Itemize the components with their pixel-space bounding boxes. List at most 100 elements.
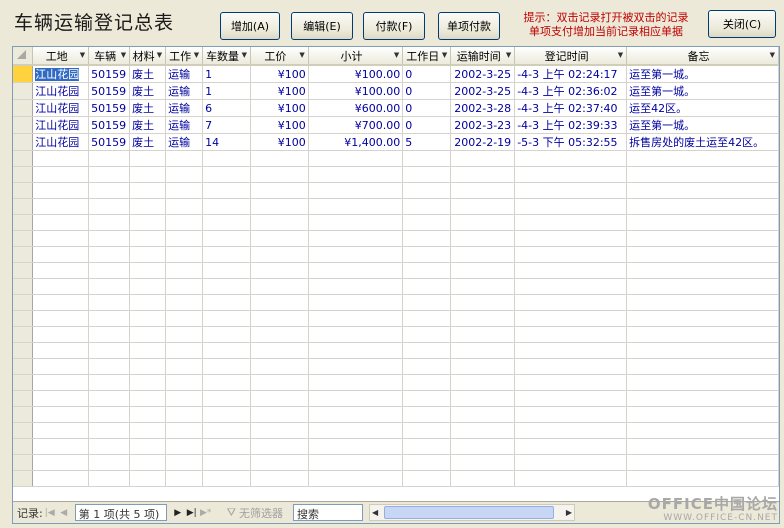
cell-rate[interactable]: ¥100 (250, 65, 309, 83)
search-input[interactable]: 搜索 (292, 504, 363, 521)
cell-memo[interactable]: 运至第一城。 (626, 116, 779, 134)
cell-material[interactable]: 废土 (129, 99, 167, 117)
col-header-memo[interactable]: 备忘 ▼ (626, 47, 779, 66)
col-header-work[interactable]: 工作 ▼ (165, 47, 204, 66)
row-selector[interactable] (13, 82, 34, 100)
cell-material[interactable]: 废土 (129, 116, 167, 134)
cell-register-time[interactable]: -4-3 上午 02:37:40 (514, 99, 628, 117)
cell-transport-time[interactable]: 2002-3-23 (450, 116, 516, 134)
cell-site[interactable]: 江山花园 (32, 99, 90, 117)
last-record-icon[interactable]: ▶| (185, 508, 199, 518)
col-header-site[interactable]: 工地 ▼ (32, 47, 90, 66)
cell-rate[interactable]: ¥100 (250, 116, 309, 134)
next-record-icon[interactable]: ▶ (171, 508, 185, 518)
cell-register-time[interactable]: -4-3 上午 02:36:02 (514, 82, 628, 100)
col-header-vehicle[interactable]: 车辆 ▼ (88, 47, 131, 66)
cell-material[interactable]: 废土 (129, 65, 167, 83)
empty-cell (402, 390, 452, 407)
new-record-icon[interactable]: ▶* (199, 508, 213, 518)
cell-register-time[interactable]: -4-3 上午 02:24:17 (514, 65, 628, 83)
cell-subtotal[interactable]: ¥600.00 (308, 99, 404, 117)
cell-material[interactable]: 废土 (129, 82, 167, 100)
cell-workdays[interactable]: 0 (402, 82, 452, 100)
cell-memo[interactable]: 运至第一城。 (626, 65, 779, 83)
table-row[interactable]: 江山花园 50159 废土 运输 1 ¥100 ¥100.00 0 2002-3-25 -4-3 … (13, 82, 779, 100)
cell-transport-time[interactable]: 2002-3-25 (450, 82, 516, 100)
first-record-icon[interactable]: |◀ (43, 508, 57, 518)
empty-row (13, 310, 779, 327)
cell-workdays[interactable]: 0 (402, 65, 452, 83)
col-header-count[interactable]: 车数量 ▼ (202, 47, 252, 66)
cell-work[interactable]: 运输 (165, 82, 204, 100)
cell-count[interactable]: 1 (202, 82, 252, 100)
record-position-input[interactable]: 第 1 项(共 5 项) (74, 504, 167, 521)
cell-rate[interactable]: ¥100 (250, 82, 309, 100)
cell-register-time[interactable]: -4-3 上午 02:39:33 (514, 116, 628, 134)
cell-material[interactable]: 废土 (129, 133, 167, 151)
cell-memo[interactable]: 拆售房处的废土运至42区。 (626, 133, 779, 151)
cell-memo[interactable]: 运至第一城。 (626, 82, 779, 100)
pay-button[interactable]: 付款(F) (363, 12, 425, 40)
scroll-thumb[interactable] (383, 506, 554, 519)
col-header-material[interactable]: 材料 ▼ (129, 47, 167, 66)
cell-subtotal[interactable]: ¥1,400.00 (308, 133, 404, 151)
cell-register-time[interactable]: -5-3 下午 05:32:55 (514, 133, 628, 151)
cell-vehicle[interactable]: 50159 (88, 99, 131, 117)
col-header-workdays[interactable]: 工作日 ▼ (402, 47, 452, 66)
cell-subtotal[interactable]: ¥700.00 (308, 116, 404, 134)
empty-cell (626, 422, 779, 439)
table-row[interactable]: 江山花园 50159 废土 运输 7 ¥100 ¥700.00 0 2002-3-23 -4-3 … (13, 116, 779, 134)
scroll-left-icon[interactable]: ◀ (372, 508, 378, 517)
row-selector[interactable] (13, 116, 34, 134)
filter-toggle[interactable]: ⛛ 无筛选器 (227, 505, 283, 521)
cell-workdays[interactable]: 5 (402, 133, 452, 151)
cell-transport-time[interactable]: 2002-3-25 (450, 65, 516, 83)
cell-count[interactable]: 6 (202, 99, 252, 117)
add-button[interactable]: 增加(A) (220, 12, 280, 40)
cell-workdays[interactable]: 0 (402, 116, 452, 134)
cell-vehicle[interactable]: 50159 (88, 116, 131, 134)
table-row[interactable]: 江山花园 50159 废土 运输 6 ¥100 ¥600.00 0 2002-3-28 -4-3 … (13, 99, 779, 117)
cell-subtotal[interactable]: ¥100.00 (308, 82, 404, 100)
col-header-transport-time[interactable]: 运输时间 ▼ (450, 47, 516, 66)
cell-count[interactable]: 14 (202, 133, 252, 151)
col-header-subtotal[interactable]: 小计 ▼ (308, 47, 404, 66)
cell-memo[interactable]: 运至42区。 (626, 99, 779, 117)
row-selector[interactable] (13, 99, 34, 117)
cell-site[interactable]: 江山花园 (32, 116, 90, 134)
cell-transport-time[interactable]: 2002-2-19 (450, 133, 516, 151)
col-header-rate[interactable]: 工价 ▼ (250, 47, 309, 66)
select-all-corner[interactable] (13, 47, 34, 66)
cell-site[interactable]: 江山花园 (32, 82, 90, 100)
cell-work[interactable]: 运输 (165, 65, 204, 83)
horizontal-scrollbar[interactable]: ◀ ▶ (368, 504, 575, 521)
cell-site[interactable]: 江山花园 (32, 65, 90, 83)
table-row[interactable]: 江山花园 50159 废土 运输 14 ¥100 ¥1,400.00 5 2002-2-19 -5… (13, 133, 779, 151)
prev-record-icon[interactable]: ◀ (57, 508, 71, 518)
cell-workdays[interactable]: 0 (402, 99, 452, 117)
cell-vehicle[interactable]: 50159 (88, 133, 131, 151)
table-row[interactable]: 江山花园 50159 废土 运输 1 ¥100 ¥100.00 0 2002-3-25 -4-3 … (13, 65, 779, 83)
cell-transport-time[interactable]: 2002-3-28 (450, 99, 516, 117)
cell-subtotal[interactable]: ¥100.00 (308, 65, 404, 83)
cell-work[interactable]: 运输 (165, 116, 204, 134)
col-header-register-time[interactable]: 登记时间 ▼ (514, 47, 628, 66)
row-selector[interactable] (13, 133, 34, 151)
edit-button[interactable]: 编辑(E) (291, 12, 353, 40)
close-button[interactable]: 关闭(C) (708, 10, 776, 38)
cell-count[interactable]: 7 (202, 116, 252, 134)
cell-count[interactable]: 1 (202, 65, 252, 83)
cell-work[interactable]: 运输 (165, 133, 204, 151)
cell-site[interactable]: 江山花园 (32, 133, 90, 151)
single-pay-button[interactable]: 单项付款 (438, 12, 500, 40)
empty-cell (129, 166, 167, 183)
row-selector[interactable] (13, 65, 34, 83)
cell-rate[interactable]: ¥100 (250, 99, 309, 117)
cell-vehicle[interactable]: 50159 (88, 65, 131, 83)
datasheet-grid: 工地 ▼ 车辆 ▼ 材料 ▼ 工作 ▼ 车数量 ▼ 工价 ▼ 小计 ▼ 工作日 ▼ 运输时间 ▼ … (12, 46, 780, 524)
cell-vehicle[interactable]: 50159 (88, 82, 131, 100)
empty-cell (514, 454, 628, 471)
cell-rate[interactable]: ¥100 (250, 133, 309, 151)
scroll-right-icon[interactable]: ▶ (566, 508, 572, 517)
cell-work[interactable]: 运输 (165, 99, 204, 117)
